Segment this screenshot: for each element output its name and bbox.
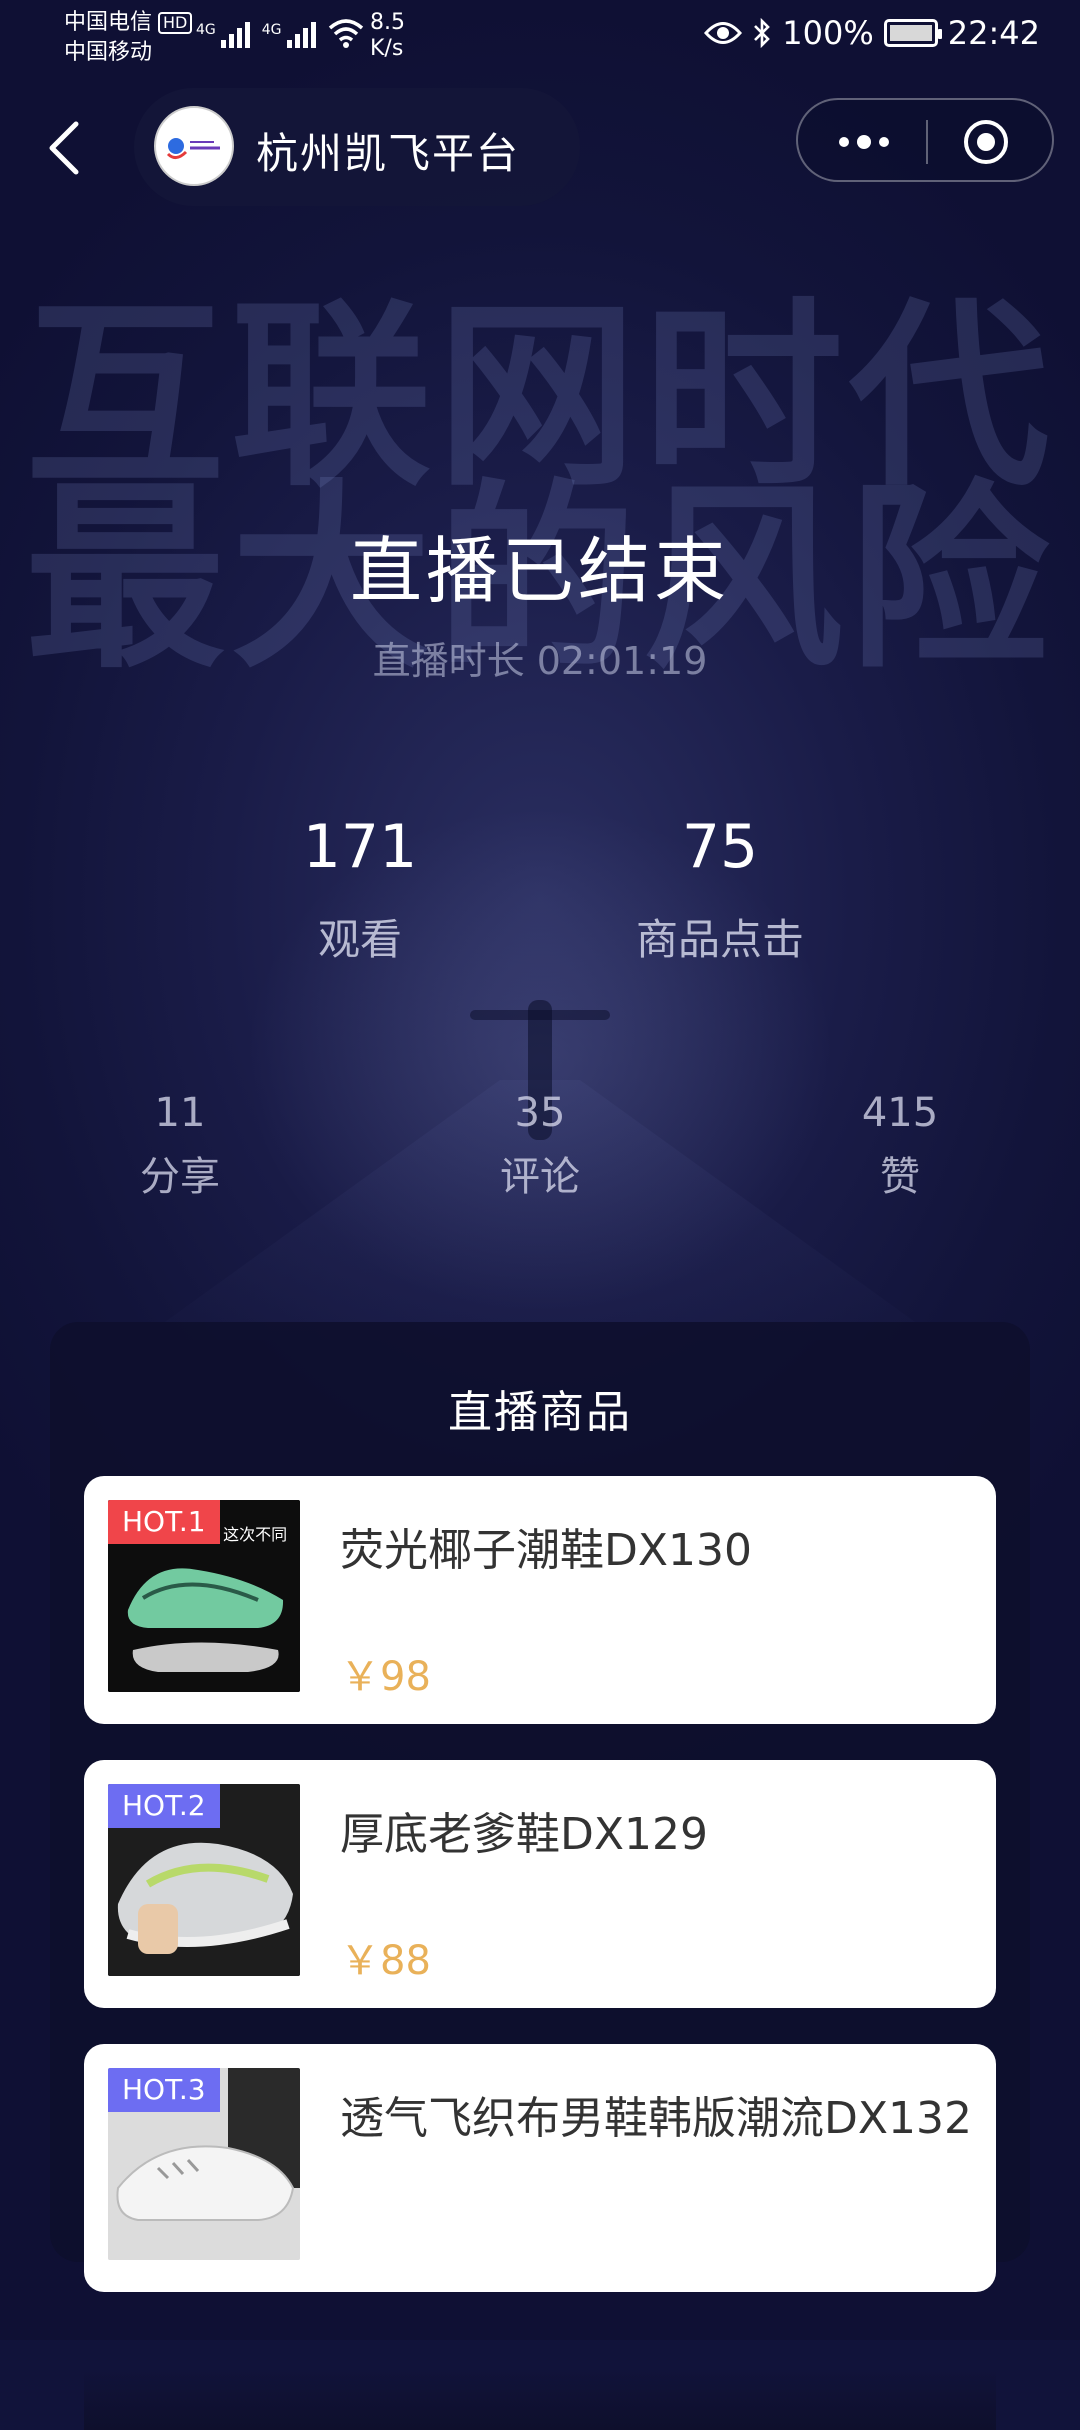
list-fade-overlay: [84, 2370, 996, 2430]
more-options-icon[interactable]: [834, 122, 894, 162]
signal-label: 4G: [196, 22, 216, 38]
stat-product-clicks-value: 75: [681, 812, 759, 882]
live-products-panel: 直播商品 鞋 这次不同 HOT.1 荧光椰子潮鞋DX130 ￥98 HOT.2 …: [50, 1322, 1030, 2430]
product-name: 透气飞织布男鞋韩版潮流DX132: [340, 2093, 973, 2144]
product-card[interactable]: HOT.3 透气飞织布男鞋韩版潮流DX132: [84, 2044, 996, 2292]
carrier-info: 中国电信 HD 中国移动: [64, 8, 193, 68]
close-miniprogram-icon[interactable]: [962, 118, 1010, 166]
network-speed-value: 8.5: [370, 10, 405, 35]
back-arrow-icon[interactable]: [44, 118, 84, 178]
signal-icon: 4G: [196, 22, 250, 48]
eye-comfort-icon: [704, 22, 743, 44]
product-card[interactable]: HOT.2 厚底老爹鞋DX129 ￥88: [84, 1760, 996, 2008]
carrier-primary: 中国电信: [64, 10, 153, 35]
battery-icon: [883, 19, 942, 47]
stat-product-clicks-label: 商品点击: [635, 915, 804, 964]
battery-percent: 100%: [782, 14, 874, 52]
stat-views-value: 171: [302, 812, 418, 882]
logo-icon: [166, 138, 220, 159]
hot-badge: HOT.1: [108, 1500, 220, 1544]
product-price: ￥88: [340, 1938, 431, 1984]
signal-label: 4G: [261, 22, 282, 38]
stat-shares-label: 分享: [140, 1154, 220, 1200]
live-ended-title: 直播已结束: [349, 529, 730, 613]
product-thumbnail: HOT.2: [108, 1784, 300, 1976]
hot-badge: HOT.3: [108, 2068, 220, 2112]
signal-indicators: 4G 4G: [196, 18, 364, 48]
product-card[interactable]: 鞋 这次不同 HOT.1 荧光椰子潮鞋DX130 ￥98: [84, 1476, 996, 1724]
network-speed: 8.5 K/s: [370, 10, 405, 62]
products-section-title: 直播商品: [448, 1387, 632, 1438]
product-thumbnail: HOT.3: [108, 2068, 300, 2260]
hot-badge: HOT.2: [108, 1784, 220, 1828]
miniprogram-capsule: [796, 98, 1054, 182]
clock: 22:42: [947, 14, 1040, 52]
live-duration: 直播时长 02:01:19: [372, 639, 708, 683]
product-name: 荧光椰子潮鞋DX130: [340, 1525, 753, 1576]
account-title-pill[interactable]: 杭州凯飞平台: [134, 88, 580, 206]
stat-likes: 415 赞: [800, 1090, 1000, 1202]
network-speed-unit: K/s: [370, 36, 404, 61]
hd-badge: HD: [158, 12, 193, 34]
stat-shares: 11 分享: [80, 1090, 280, 1202]
bluetooth-icon: [754, 17, 771, 49]
page-title: 杭州凯飞平台: [256, 129, 521, 178]
stat-views-label: 观看: [317, 915, 402, 964]
product-name: 厚底老爹鞋DX129: [340, 1809, 709, 1860]
stat-comments-value: 35: [514, 1090, 566, 1136]
status-bar: 中国电信 HD 中国移动 4G 4G 8.5 K/s 100% 22:42: [0, 0, 1080, 80]
product-thumbnail: 鞋 这次不同 HOT.1: [108, 1500, 300, 1692]
stat-views: 171 观看: [260, 812, 460, 967]
stat-comments-label: 评论: [500, 1154, 580, 1200]
stat-likes-value: 415: [861, 1090, 939, 1136]
carrier-secondary: 中国移动: [64, 40, 153, 65]
account-logo: [154, 106, 234, 186]
stat-likes-label: 赞: [880, 1154, 920, 1200]
stat-comments: 35 评论: [440, 1090, 640, 1202]
stat-shares-value: 11: [154, 1090, 206, 1136]
status-right: 100% 22:42: [704, 14, 1040, 52]
stat-product-clicks: 75 商品点击: [600, 812, 840, 967]
capsule-divider: [926, 120, 928, 164]
wifi-icon: [328, 19, 363, 48]
signal-icon: 4G: [262, 22, 316, 48]
product-price: ￥98: [340, 1654, 431, 1700]
